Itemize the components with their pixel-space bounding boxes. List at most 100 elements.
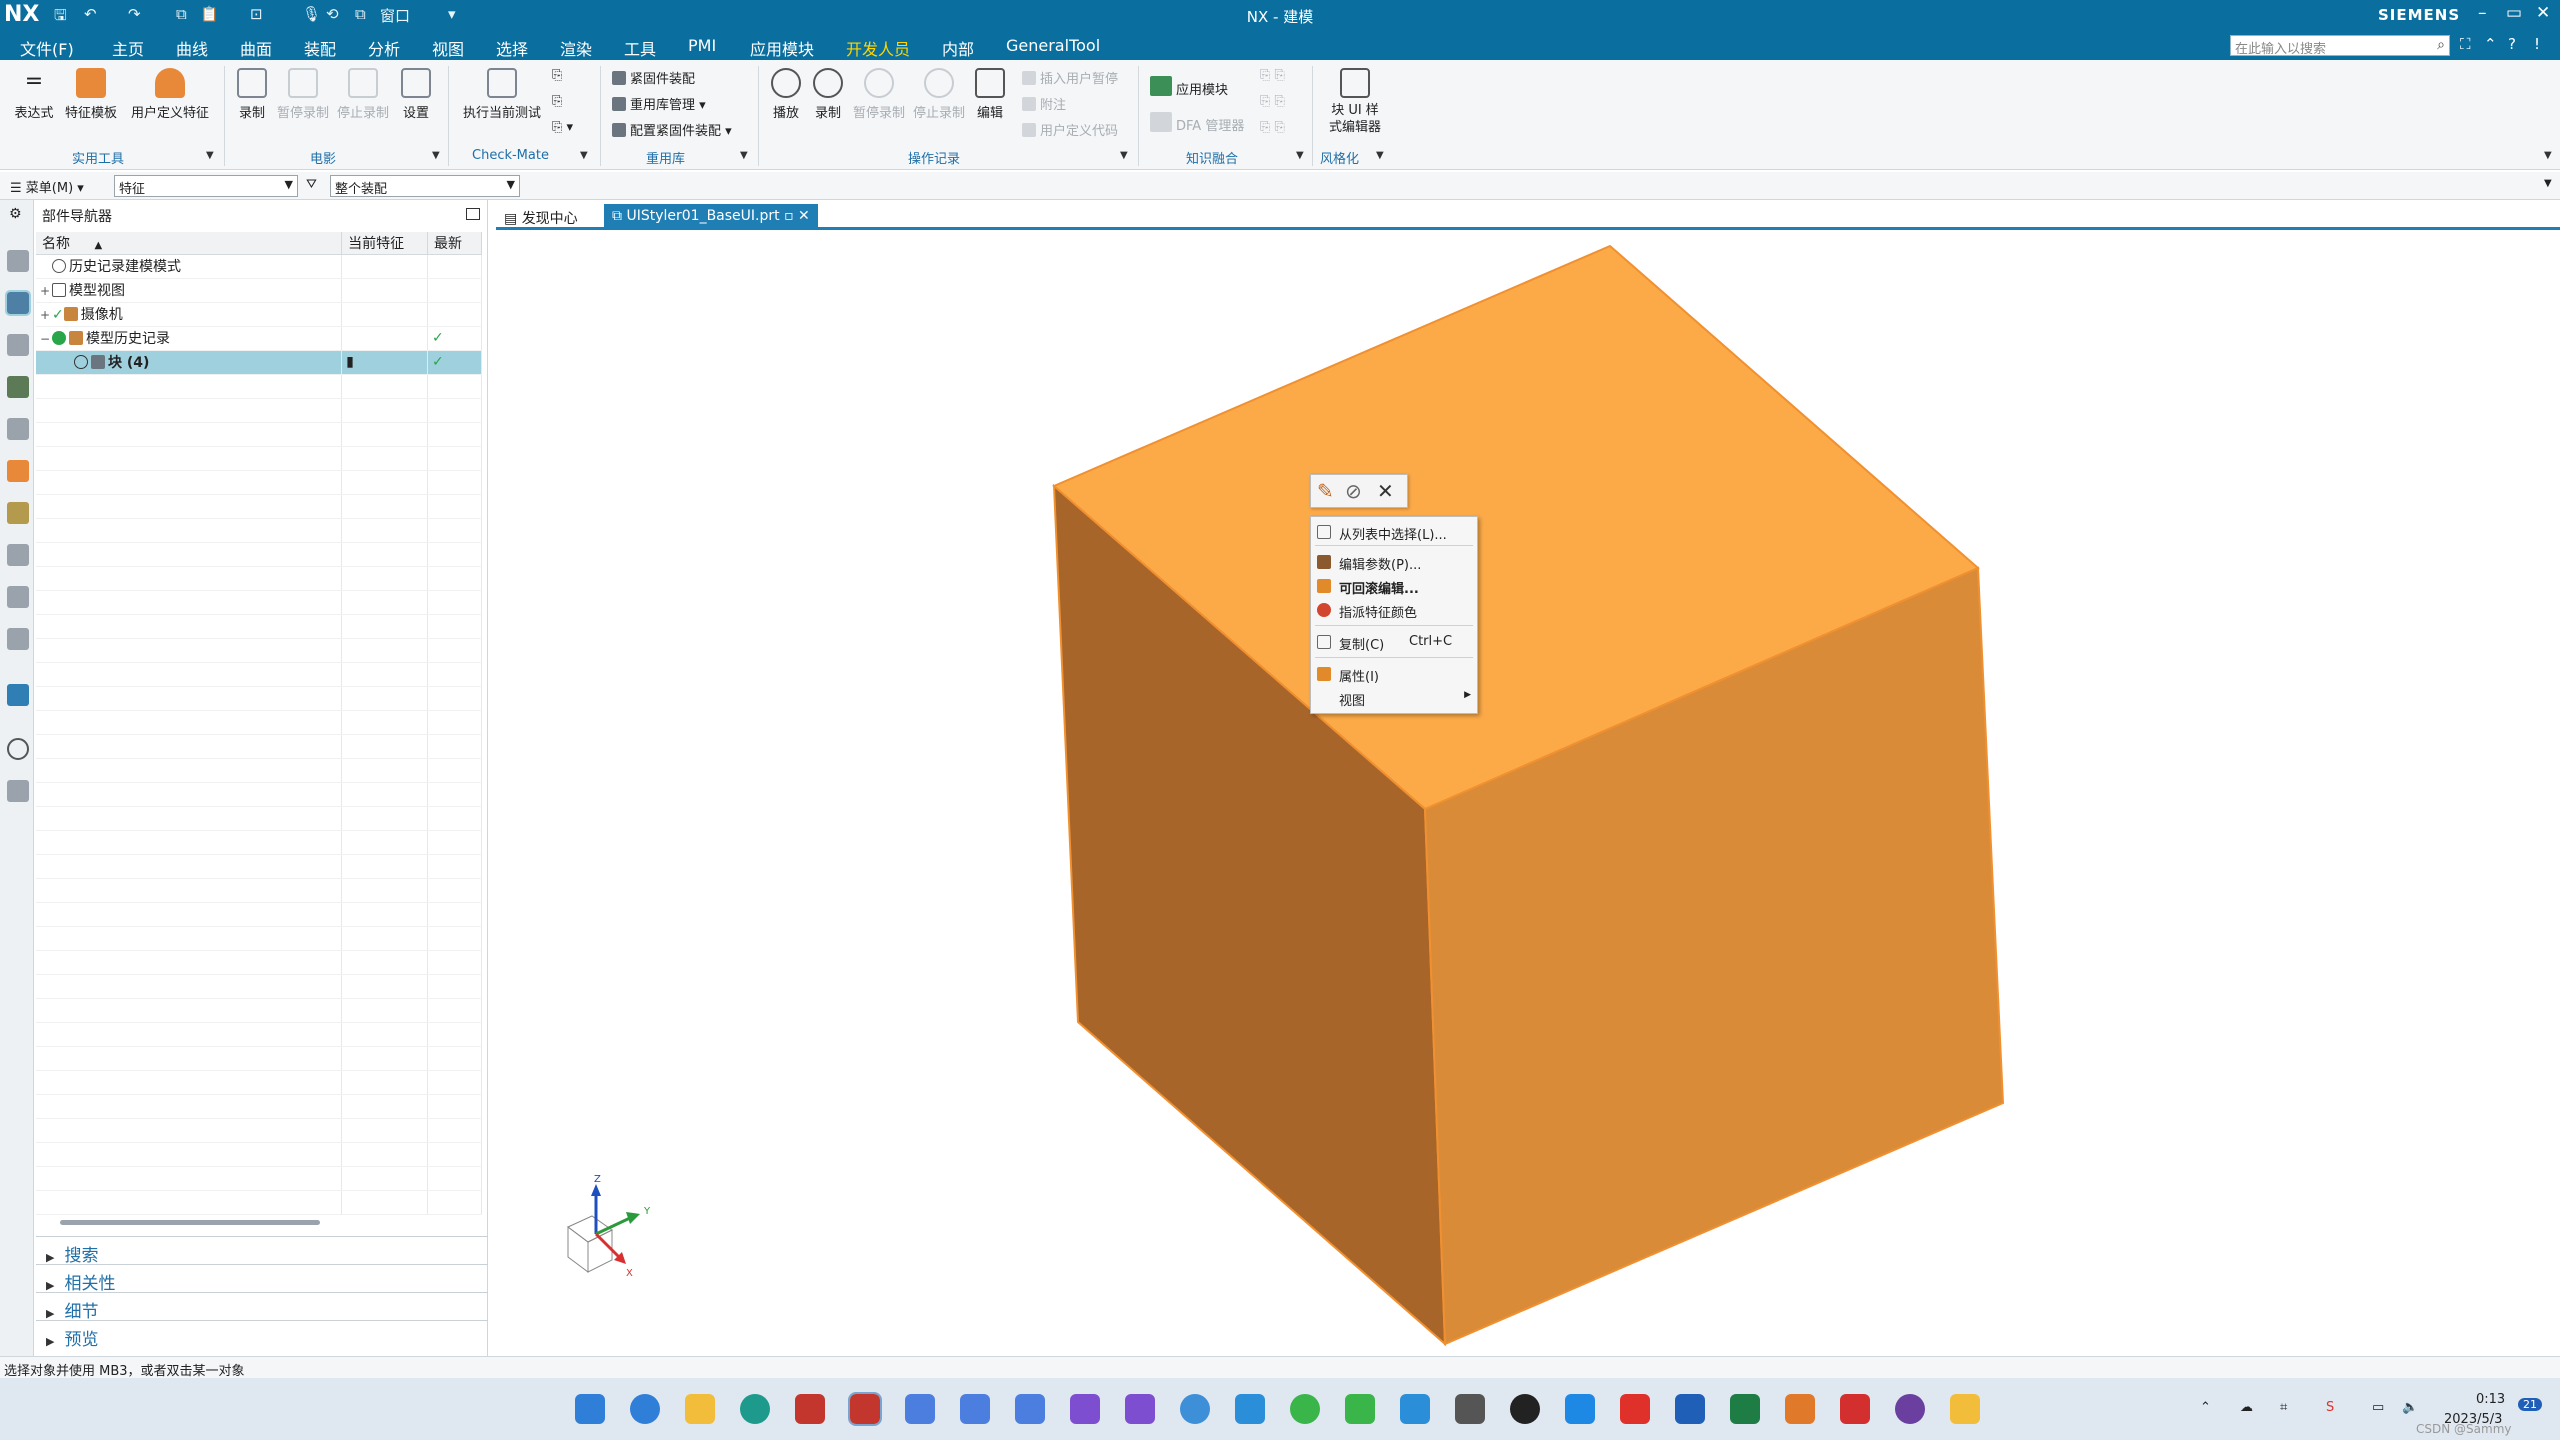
menu-item-properties[interactable]: 属性(I)	[1311, 663, 1477, 685]
menu-render[interactable]: 渲染	[560, 36, 592, 60]
hide-icon[interactable]: ⊘	[1345, 479, 1362, 503]
web-browser-icon[interactable]	[7, 418, 29, 440]
globe-icon[interactable]	[7, 684, 29, 706]
checkmate-tool-1-icon[interactable]: ⎘	[552, 68, 562, 83]
menu-surface[interactable]: 曲面	[240, 36, 272, 60]
minimize-button[interactable]: –	[2478, 3, 2487, 23]
start-icon[interactable]	[575, 1394, 605, 1424]
panel-search[interactable]: ▶ 搜索	[36, 1236, 488, 1266]
menu-analysis[interactable]: 分析	[368, 36, 400, 60]
command-search-input[interactable]: 在此输入以搜索 ⌕	[2230, 35, 2450, 57]
menu-file[interactable]: 文件(F)	[20, 36, 74, 60]
eye-icon[interactable]	[74, 355, 88, 369]
restore-button[interactable]: ▭	[2506, 3, 2522, 23]
collapse-ribbon-icon[interactable]: ⌃	[2484, 35, 2497, 53]
assembly-navigator-icon[interactable]	[7, 250, 29, 272]
group-reuse-expand-icon[interactable]: ▼	[740, 150, 748, 161]
filter-icon[interactable]: ⛛	[306, 177, 317, 192]
cube-model[interactable]	[496, 232, 2560, 1356]
menu-generaltool[interactable]: GeneralTool	[1006, 36, 1100, 55]
menu-item-assign-color[interactable]: 指派特征颜色	[1311, 599, 1477, 621]
horizontal-scrollbar[interactable]	[60, 1220, 320, 1225]
journal-record-button[interactable]: 录制	[808, 68, 848, 121]
group-journal-expand-icon[interactable]: ▼	[1120, 150, 1128, 161]
feature-template-button[interactable]: 特征模板	[60, 68, 122, 121]
process-studio-icon[interactable]	[7, 502, 29, 524]
system-scenes-icon[interactable]	[7, 628, 29, 650]
nx-active-taskbar-icon[interactable]	[848, 1392, 882, 1426]
app-module-button[interactable]: 应用模块	[1150, 76, 1228, 98]
collapse-icon[interactable]: −	[40, 332, 52, 346]
menu-item-rollback-edit[interactable]: 可回滚编辑...	[1311, 575, 1477, 597]
insert-pause-button[interactable]: 插入用户暂停	[1022, 68, 1118, 87]
maximize-icon[interactable]	[466, 208, 480, 220]
app-icon-10[interactable]	[1840, 1394, 1870, 1424]
menu-item-select-from-list[interactable]: 从列表中选择(L)...	[1311, 521, 1477, 543]
alert-icon[interactable]: !	[2534, 35, 2540, 53]
display-icon[interactable]: ▭	[2372, 1400, 2384, 1415]
selbar-options-icon[interactable]: ▼	[2544, 178, 2552, 189]
run-test-button[interactable]: 执行当前测试	[456, 68, 548, 121]
panel-dependencies[interactable]: ▶ 相关性	[36, 1264, 488, 1294]
notification-badge[interactable]: 21	[2518, 1398, 2542, 1411]
visual-studio-2-icon[interactable]	[1125, 1394, 1155, 1424]
checkmate-tool-2-icon[interactable]: ⎘	[552, 94, 562, 109]
tree-row[interactable]: + ✓ 摄像机	[36, 302, 482, 327]
cloud-icon[interactable]: ☁	[2240, 1400, 2253, 1415]
block-ui-styler-button[interactable]: 块 UI 样式编辑器	[1318, 68, 1392, 136]
movie-pause-button[interactable]: 暂停录制	[274, 68, 332, 121]
tree-row[interactable]: − 模型历史记录 ✓	[36, 326, 482, 351]
pin-icon[interactable]: ▫	[784, 208, 794, 224]
app-icon-3[interactable]	[1015, 1394, 1045, 1424]
config-fastener-button[interactable]: 配置紧固件装配 ▾	[612, 120, 732, 139]
edge-icon[interactable]	[740, 1394, 770, 1424]
selection-scope-dropdown[interactable]: 整个装配 ▼	[330, 175, 520, 197]
tree-row[interactable]: 历史记录建模模式	[36, 254, 482, 279]
panel-details[interactable]: ▶ 细节	[36, 1292, 488, 1322]
kf-tool-2-icon[interactable]: ⎘ ⎘	[1260, 94, 1285, 109]
app-icon-4[interactable]	[1180, 1394, 1210, 1424]
volume-icon[interactable]: 🔈	[2402, 1400, 2418, 1415]
group-movie-expand-icon[interactable]: ▼	[432, 150, 440, 161]
close-tab-icon[interactable]: ✕	[798, 208, 810, 224]
project-icon[interactable]	[1730, 1394, 1760, 1424]
group-kf-expand-icon[interactable]: ▼	[1296, 150, 1304, 161]
roles-icon[interactable]	[7, 586, 29, 608]
clock-icon[interactable]	[7, 738, 29, 760]
kf-tool-1-icon[interactable]: ⎘ ⎘	[1260, 68, 1285, 83]
reuse-library-manage-button[interactable]: 重用库管理 ▾	[612, 94, 706, 113]
manufacturing-wizard-icon[interactable]	[7, 544, 29, 566]
nx-taskbar-icon[interactable]	[795, 1394, 825, 1424]
menu-item-copy[interactable]: 复制(C) Ctrl+C	[1311, 631, 1477, 653]
movie-settings-button[interactable]: 设置	[396, 68, 436, 121]
expand-icon[interactable]: +	[40, 308, 52, 322]
tab-discovery-center[interactable]: ▤ 发现中心	[496, 204, 586, 228]
checkmate-tool-3-icon[interactable]: ⎘ ▾	[552, 120, 573, 135]
column-latest[interactable]: 最新	[427, 232, 482, 255]
menu-item-edit-parameters[interactable]: 编辑参数(P)...	[1311, 551, 1477, 573]
edit-with-rollback-icon[interactable]: ✎	[1317, 479, 1334, 503]
menu-home[interactable]: 主页	[112, 36, 144, 60]
history-icon[interactable]	[7, 460, 29, 482]
app-icon-7[interactable]	[1400, 1394, 1430, 1424]
fullscreen-icon[interactable]: ⛶	[2460, 35, 2471, 53]
app-icon-8[interactable]	[1455, 1394, 1485, 1424]
part-navigator-icon[interactable]	[5, 290, 31, 316]
dfa-manager-button[interactable]: DFA 管理器	[1150, 112, 1244, 134]
fastener-assembly-button[interactable]: 紧固件装配	[612, 68, 695, 87]
file-explorer-icon[interactable]	[685, 1394, 715, 1424]
journal-edit-button[interactable]: 编辑	[972, 68, 1008, 121]
app-icon-9[interactable]	[1565, 1394, 1595, 1424]
menu-application[interactable]: 应用模块	[750, 36, 814, 60]
app-icon-1[interactable]	[905, 1394, 935, 1424]
app-icon-5[interactable]	[1235, 1394, 1265, 1424]
qq-icon[interactable]	[1510, 1394, 1540, 1424]
help-icon[interactable]: ?	[2508, 35, 2516, 53]
tab-part-file[interactable]: ⧉ UIStyler01_BaseUI.prt ▫ ✕	[604, 204, 818, 228]
menu-item-view[interactable]: 视图 ▶	[1311, 687, 1477, 709]
expand-icon[interactable]: +	[40, 284, 52, 298]
ime-icon[interactable]: S	[2326, 1400, 2334, 1415]
app-icon-6[interactable]	[1345, 1394, 1375, 1424]
graphics-viewport[interactable]: Z Y X	[496, 232, 2560, 1356]
search-icon[interactable]: ⌕	[2437, 37, 2445, 53]
